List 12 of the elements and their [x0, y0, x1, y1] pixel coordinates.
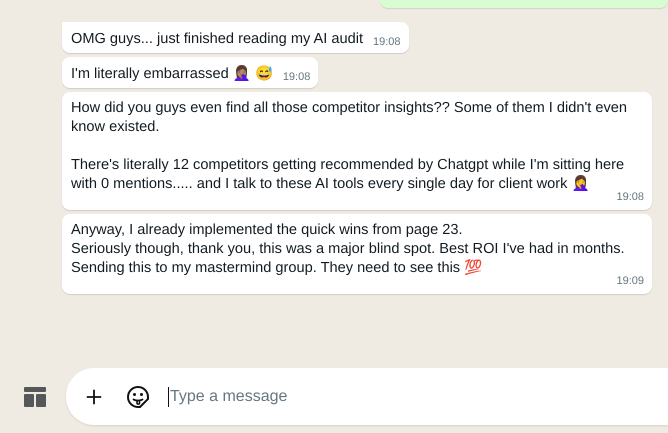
- layout-icon[interactable]: [24, 386, 46, 408]
- plus-icon[interactable]: [85, 388, 103, 406]
- message-text: Anyway, I already implemented the quick wins from page 23. Seriously though, thank you, this was a major blind spot. Best ROI I've had in months. Sending this to my mastermind group. They need to see this 💯: [71, 221, 626, 276]
- message-text: OMG guys... just finished reading my AI audit: [71, 30, 364, 49]
- message-input[interactable]: Type a message: [168, 386, 472, 406]
- message-time: 19:08: [282, 70, 310, 84]
- message-time: 19:09: [616, 274, 644, 288]
- sticker-icon[interactable]: [126, 384, 150, 408]
- message-time: 19:08: [616, 190, 644, 204]
- message-time: 19:08: [373, 35, 401, 49]
- message-text: How did you guys even find all those competitor insights?? Some of them I didn't even know existed. There's literally 12 competitors getting recommended by Chatgpt while I'm sitting here with 0 mentions..... and I talk to these AI tools every single day for client work 🤦‍♀: [71, 99, 628, 192]
- message-text: I'm literally embarrassed 🤦🏽‍♀ 😅: [71, 65, 273, 84]
